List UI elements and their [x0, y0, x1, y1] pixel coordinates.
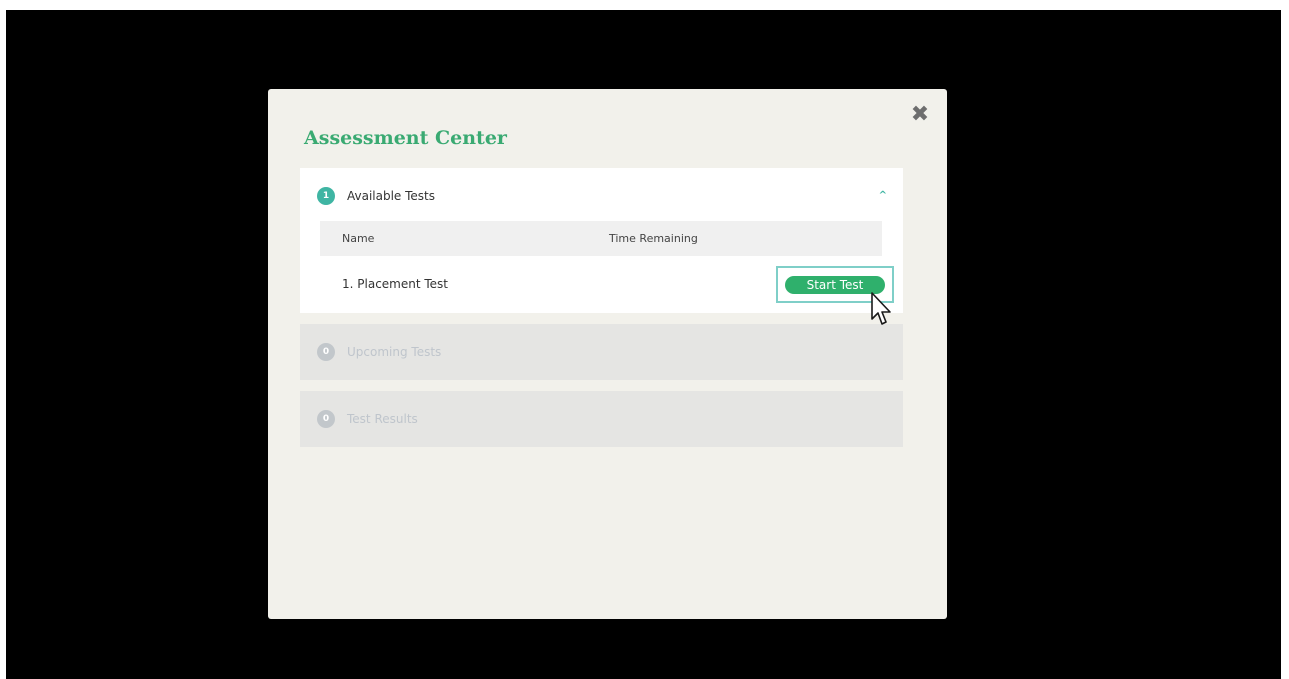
column-header-time-remaining: Time Remaining [609, 232, 698, 245]
count-badge: 0 [317, 343, 335, 361]
section-header-test-results[interactable]: 0 Test Results [317, 410, 418, 428]
assessment-center-modal: ✖ Assessment Center 1 Available Tests ^ … [268, 89, 947, 619]
section-header-upcoming-tests[interactable]: 0 Upcoming Tests [317, 343, 441, 361]
chevron-up-icon[interactable]: ^ [879, 190, 887, 201]
section-available-tests: 1 Available Tests ^ Name Time Remaining … [300, 168, 903, 313]
modal-title: Assessment Center [304, 127, 507, 149]
section-label: Test Results [347, 412, 418, 426]
mouse-pointer-icon [871, 292, 891, 325]
test-name: 1. Placement Test [342, 277, 448, 291]
section-label: Available Tests [347, 189, 436, 203]
table-row: 1. Placement Test Start Test [320, 256, 894, 313]
count-badge: 1 [317, 187, 335, 205]
section-upcoming-tests[interactable]: 0 Upcoming Tests [300, 324, 903, 380]
count-badge: 0 [317, 410, 335, 428]
table-header: Name Time Remaining [320, 221, 882, 256]
close-icon[interactable]: ✖ [908, 103, 932, 127]
column-header-name: Name [342, 232, 375, 245]
section-label: Upcoming Tests [347, 345, 442, 359]
section-test-results[interactable]: 0 Test Results [300, 391, 903, 447]
section-header-available-tests[interactable]: 1 Available Tests [317, 187, 435, 205]
